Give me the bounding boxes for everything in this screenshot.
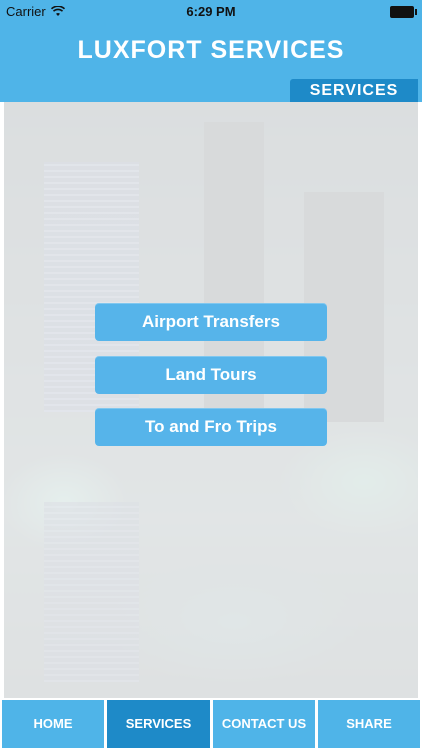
tab-home[interactable]: HOME: [2, 700, 104, 748]
app-title: LUXFORT SERVICES: [77, 36, 345, 64]
battery-icon: [390, 6, 417, 18]
tab-services[interactable]: SERVICES: [107, 700, 210, 748]
status-bar: Carrier 6:29 PM: [0, 0, 422, 24]
tab-share[interactable]: SHARE: [318, 700, 420, 748]
status-time: 6:29 PM: [186, 4, 236, 19]
bottom-tab-bar: HOME SERVICES CONTACT US SHARE: [0, 698, 422, 750]
app-header: LUXFORT SERVICES SERVICES: [0, 24, 422, 102]
to-and-fro-trips-button[interactable]: To and Fro Trips: [95, 408, 327, 446]
tab-contact-us[interactable]: CONTACT US: [213, 700, 315, 748]
airport-transfers-button[interactable]: Airport Transfers: [95, 303, 327, 341]
background-overlay: [4, 102, 418, 698]
services-content: Airport Transfers Land Tours To and Fro …: [4, 102, 418, 698]
section-tab-label: SERVICES: [290, 79, 418, 102]
land-tours-button[interactable]: Land Tours: [95, 356, 327, 394]
